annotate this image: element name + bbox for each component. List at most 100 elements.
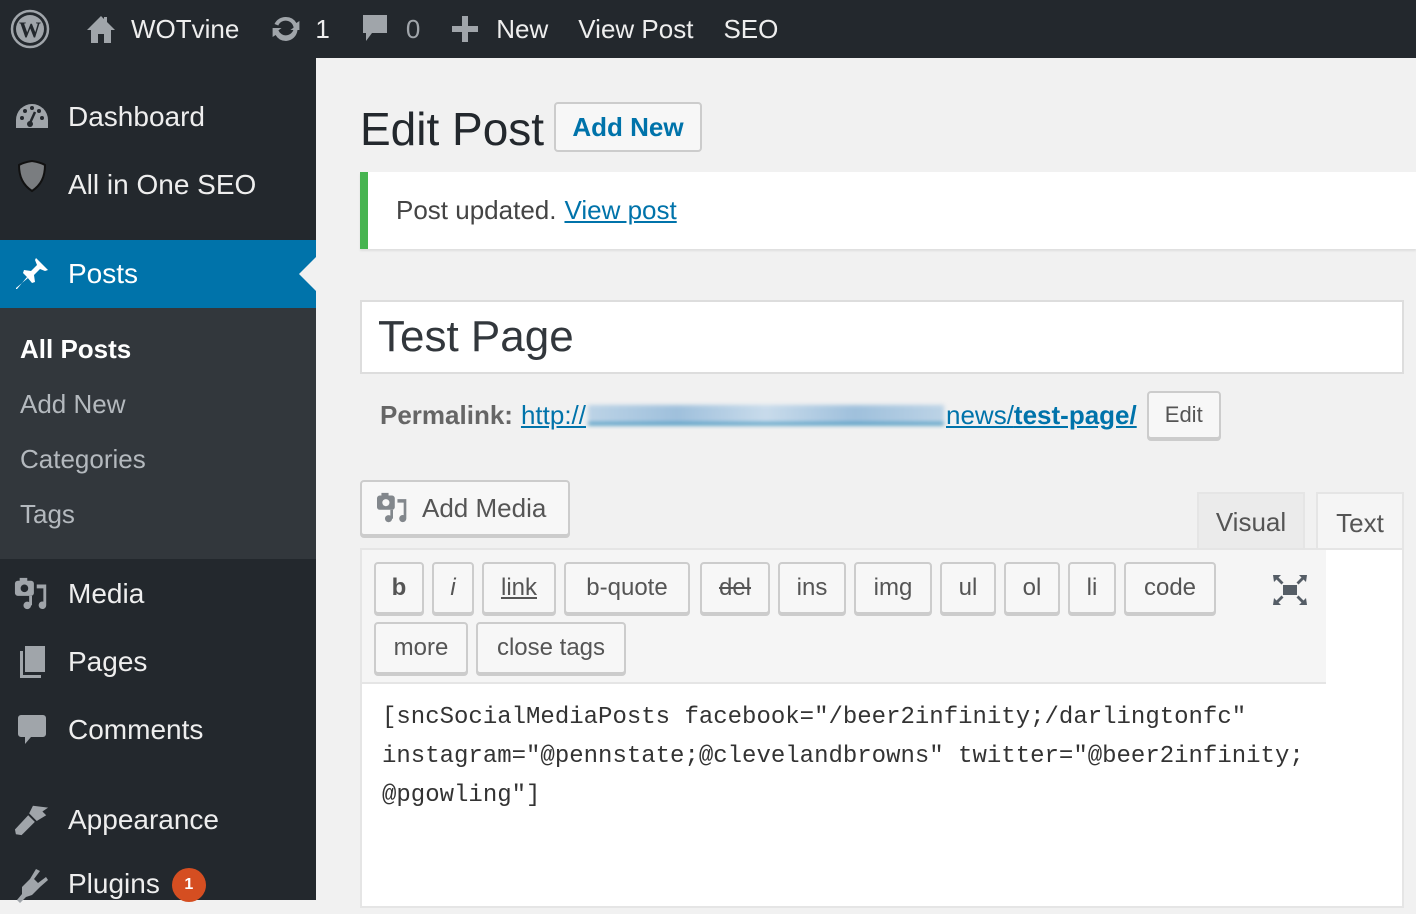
qt-close-tags-button[interactable]: close tags: [476, 622, 626, 674]
qt-del-button[interactable]: del: [700, 562, 770, 614]
submenu-item-all-posts[interactable]: All Posts: [20, 334, 131, 365]
qt-ul-button[interactable]: ul: [940, 562, 996, 614]
wordpress-logo-icon: W: [10, 9, 50, 49]
comment-icon: [14, 712, 50, 748]
qt-label: img: [873, 574, 913, 601]
submenu-item-tags[interactable]: Tags: [20, 499, 75, 530]
submenu-item-add-new[interactable]: Add New: [20, 389, 126, 420]
comment-icon: [362, 15, 387, 41]
qt-label: b: [391, 574, 407, 601]
add-media-button[interactable]: Add Media: [360, 480, 570, 536]
admin-bar: W WOTvine 1 0 New View Post SEO: [0, 0, 1416, 58]
distraction-free-button[interactable]: [1270, 570, 1310, 610]
add-media-label: Add Media: [422, 492, 547, 523]
qt-label: ul: [958, 574, 978, 601]
qt-li-button[interactable]: li: [1068, 562, 1116, 614]
qt-label: close tags: [496, 634, 606, 661]
qt-ins-button[interactable]: ins: [778, 562, 846, 614]
sidebar-item-dashboard[interactable]: Dashboard: [0, 88, 316, 146]
svg-text:W: W: [19, 17, 41, 42]
submenu-item-categories[interactable]: Categories: [20, 444, 146, 475]
sidebar-item-comments[interactable]: Comments: [0, 701, 316, 759]
fullscreen-icon: [1273, 575, 1307, 605]
qt-label: more: [393, 634, 449, 661]
update-count-badge: 1: [171, 868, 206, 902]
sidebar-label: Plugins 1: [68, 868, 206, 902]
main-content: Edit Post Add New Post updated. View pos…: [316, 58, 1416, 908]
tab-visual[interactable]: Visual: [1197, 492, 1305, 550]
qt-link-button[interactable]: link: [482, 562, 556, 614]
view-post-label: View Post: [578, 13, 694, 44]
new-content-link[interactable]: New: [435, 0, 563, 58]
permalink-prefix: http://: [520, 399, 586, 430]
qt-label: b-quote: [586, 574, 668, 601]
permalink-suffix: news/: [946, 399, 1014, 430]
qt-more-button[interactable]: more: [374, 622, 468, 674]
brush-icon: [14, 802, 50, 838]
qt-label: ins: [796, 574, 828, 601]
page-title: Edit Post: [360, 103, 545, 155]
sidebar-item-media[interactable]: Media: [0, 565, 316, 623]
redacted-domain: [588, 405, 944, 425]
sidebar-item-plugins[interactable]: Plugins 1: [0, 856, 316, 914]
sidebar-label: Pages: [68, 646, 148, 677]
editor: b i link b-quote del ins img ul ol li co…: [360, 548, 1404, 908]
permalink-url[interactable]: http:// news/ test-page/: [521, 400, 1137, 431]
pages-icon: [14, 644, 50, 680]
tab-text[interactable]: Text: [1316, 492, 1404, 552]
site-name-link[interactable]: WOTvine: [70, 0, 254, 58]
view-post-link[interactable]: View Post: [563, 0, 708, 58]
qt-label: i: [450, 574, 456, 601]
sidebar-label: All in One SEO: [68, 169, 257, 200]
site-name: WOTvine: [131, 13, 240, 44]
sidebar-item-pages[interactable]: Pages: [0, 633, 316, 691]
qt-label: del: [718, 574, 752, 601]
qt-blockquote-button[interactable]: b-quote: [564, 562, 690, 614]
qt-italic-button[interactable]: i: [432, 562, 474, 614]
seo-link[interactable]: SEO: [708, 0, 793, 58]
updates-link[interactable]: 1: [254, 0, 344, 58]
content-textarea[interactable]: [sncSocialMediaPosts facebook="/beer2inf…: [382, 698, 1382, 815]
qt-ol-button[interactable]: ol: [1004, 562, 1060, 614]
add-new-button[interactable]: Add New: [554, 102, 702, 152]
sidebar-item-posts[interactable]: Posts: [0, 240, 316, 308]
plugins-label: Plugins: [68, 868, 160, 899]
qt-img-button[interactable]: img: [854, 562, 932, 614]
post-title-input[interactable]: Test Page: [360, 300, 1404, 374]
sidebar-label: Appearance: [68, 804, 220, 835]
admin-sidebar: Dashboard All in One SEO Posts All Posts…: [0, 58, 316, 903]
quicktags-toolbar: b i link b-quote del ins img ul ol li co…: [362, 550, 1326, 684]
qt-label: ol: [1022, 574, 1042, 601]
shield-icon: [14, 158, 50, 194]
comments-link[interactable]: 0: [345, 0, 435, 58]
sidebar-label: Dashboard: [68, 101, 205, 132]
media-icon: [377, 492, 407, 523]
sidebar-label: Media: [68, 578, 145, 609]
current-menu-arrow: [299, 257, 316, 291]
permalink-row: Permalink: http:// news/ test-page/ Edit: [380, 390, 1221, 440]
qt-code-button[interactable]: code: [1124, 562, 1216, 614]
comments-count: 0: [405, 13, 421, 44]
updates-count: 1: [315, 13, 330, 44]
wordpress-logo-button[interactable]: W: [0, 0, 70, 58]
sidebar-label: Comments: [68, 714, 204, 745]
media-icon: [14, 576, 50, 612]
view-post-link[interactable]: View post: [564, 195, 676, 226]
permalink-edit-button[interactable]: Edit: [1146, 391, 1221, 439]
dashboard-icon: [14, 99, 50, 135]
sidebar-label: Posts: [68, 258, 139, 289]
updates-icon: [272, 16, 300, 42]
plugin-icon: [14, 867, 50, 903]
pin-icon: [14, 256, 50, 292]
posts-submenu: All Posts Add New Categories Tags: [0, 308, 316, 559]
qt-label: link: [500, 574, 537, 601]
post-updated-notice: Post updated. View post: [360, 172, 1416, 249]
permalink-label: Permalink:: [380, 399, 513, 430]
notice-text: Post updated.: [396, 195, 557, 225]
new-label: New: [496, 13, 549, 44]
sidebar-item-all-in-one-seo[interactable]: All in One SEO: [0, 156, 316, 214]
sidebar-item-appearance[interactable]: Appearance: [0, 791, 316, 849]
plus-icon: [452, 16, 479, 42]
qt-label: code: [1143, 574, 1197, 601]
qt-bold-button[interactable]: b: [374, 562, 424, 614]
